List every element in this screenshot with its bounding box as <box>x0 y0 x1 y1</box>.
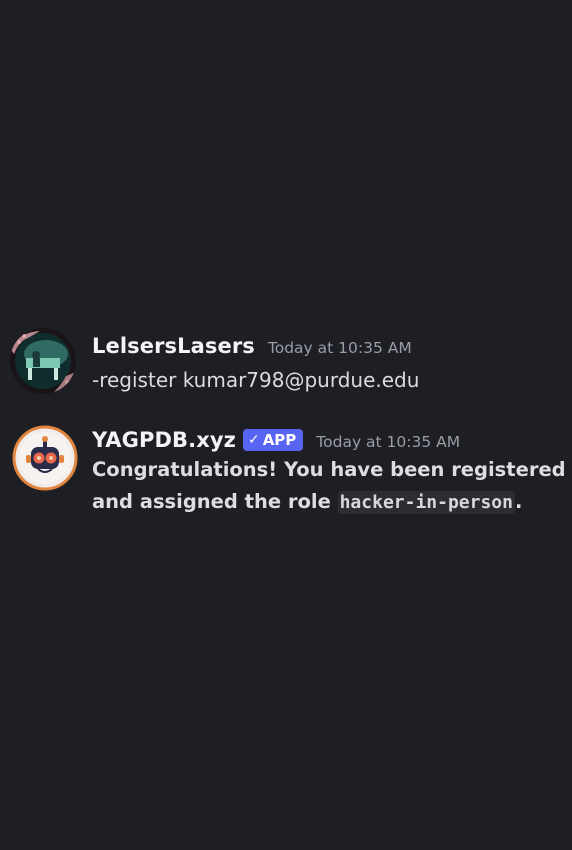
message-text: and assigned the role <box>92 490 338 513</box>
piano-avatar-icon <box>10 328 76 394</box>
timestamp[interactable]: Today at 10:35 AM <box>316 433 460 451</box>
message-content: -register kumar798@purdue.edu <box>92 368 420 392</box>
role-code: hacker-in-person <box>337 491 515 514</box>
robot-avatar-icon <box>12 425 78 491</box>
bot-avatar[interactable] <box>12 425 78 491</box>
message-header: LelsersLasers Today at 10:35 AM <box>92 332 412 360</box>
message-period: . <box>514 490 523 513</box>
username[interactable]: YAGPDB.xyz <box>92 428 236 452</box>
username[interactable]: LelsersLasers <box>92 334 255 358</box>
message-content: Congratulations! You have been registere… <box>92 454 566 519</box>
check-icon: ✓ <box>247 432 260 448</box>
message-line-1: Congratulations! You have been registere… <box>92 458 566 481</box>
chat-messages: LelsersLasers Today at 10:35 AM -registe… <box>0 0 572 850</box>
app-badge: ✓ APP <box>242 429 304 451</box>
message-line-2: and assigned the role hacker-in-person. <box>92 486 566 519</box>
message-header: YAGPDB.xyz ✓ APP Today at 10:35 AM <box>92 426 460 454</box>
app-badge-label: APP <box>262 431 297 449</box>
timestamp[interactable]: Today at 10:35 AM <box>268 339 412 357</box>
user-avatar[interactable] <box>10 328 76 394</box>
